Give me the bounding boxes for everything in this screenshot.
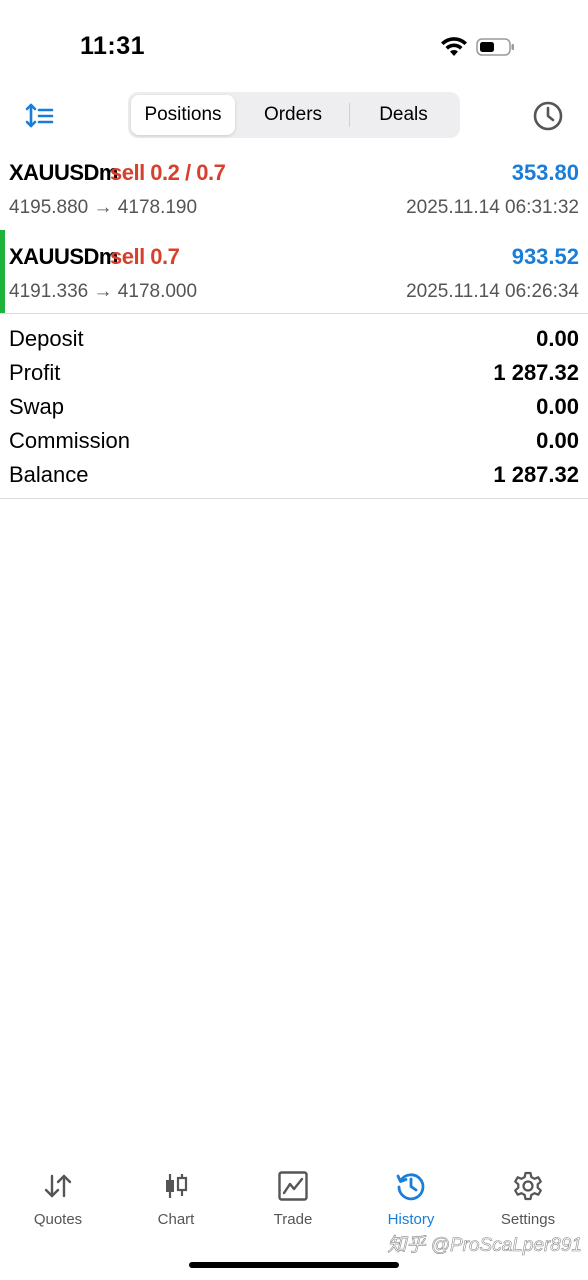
- tab-settings[interactable]: Settings: [473, 1160, 583, 1230]
- bottom-tab-bar: Quotes Chart Trade History Settings: [0, 1160, 588, 1240]
- position-row[interactable]: XAUUSDm sell 0.7 933.52 4191.336 → 4178.…: [0, 230, 588, 314]
- position-time: 2025.11.14 06:26:34: [406, 281, 579, 302]
- position-row[interactable]: XAUUSDm sell 0.2 / 0.7 353.80 4195.880 →…: [0, 146, 588, 230]
- position-side-volume: sell 0.2 / 0.7: [110, 160, 226, 185]
- battery-icon: [476, 38, 514, 56]
- position-prices: 4191.336 → 4178.000: [9, 281, 198, 302]
- tab-trade[interactable]: Trade: [238, 1160, 348, 1230]
- status-time: 11:31: [80, 32, 146, 60]
- status-bar: 11:31: [0, 0, 588, 90]
- summary-label: Commission: [9, 428, 131, 453]
- summary-label: Balance: [9, 462, 89, 487]
- position-profit: 353.80: [511, 160, 579, 185]
- summary-label: Deposit: [9, 326, 84, 351]
- summary-profit: Profit 1 287.32: [0, 356, 588, 390]
- tab-quotes[interactable]: Quotes: [3, 1160, 113, 1230]
- tab-label: Chart: [157, 1211, 195, 1228]
- home-indicator[interactable]: [189, 1262, 399, 1268]
- summary-label: Swap: [9, 394, 65, 419]
- selected-row-indicator: [0, 230, 5, 314]
- watermark: 知乎 @ProScaLper891: [387, 1235, 582, 1257]
- top-bar: Positions Orders Deals: [0, 90, 588, 142]
- tab-label: Trade: [273, 1211, 313, 1228]
- sort-icon[interactable]: [24, 102, 56, 130]
- summary-value: 0.00: [536, 394, 579, 419]
- position-symbol: XAUUSDm: [9, 160, 118, 185]
- clock-icon[interactable]: [532, 100, 564, 132]
- tab-chart[interactable]: Chart: [121, 1160, 231, 1230]
- summary-value: 0.00: [536, 326, 579, 351]
- chart-icon: [166, 1174, 188, 1198]
- summary-value: 1 287.32: [493, 462, 579, 487]
- tab-label: Quotes: [33, 1211, 83, 1228]
- summary-value: 1 287.32: [493, 360, 579, 385]
- position-side-volume: sell 0.7: [110, 244, 180, 269]
- position-symbol: XAUUSDm: [9, 244, 118, 269]
- history-view-segmented-control: Positions Orders Deals: [128, 92, 460, 138]
- tab-positions[interactable]: Positions: [131, 95, 235, 135]
- position-profit: 933.52: [511, 244, 579, 269]
- tab-label: History: [387, 1211, 435, 1228]
- position-prices: 4195.880 → 4178.190: [9, 197, 198, 218]
- summary-value: 0.00: [536, 428, 579, 453]
- summary-deposit: Deposit 0.00: [0, 322, 588, 356]
- summary-swap: Swap 0.00: [0, 390, 588, 424]
- tab-deals[interactable]: Deals: [350, 95, 457, 135]
- history-icon: [396, 1173, 425, 1201]
- position-time: 2025.11.14 06:31:32: [406, 197, 579, 218]
- summary-balance: Balance 1 287.32: [0, 458, 588, 492]
- tab-label: Settings: [500, 1211, 556, 1228]
- tab-history[interactable]: History: [356, 1160, 466, 1230]
- summary-commission: Commission 0.00: [0, 424, 588, 458]
- quotes-icon: [44, 1174, 72, 1198]
- trade-icon: [278, 1171, 308, 1201]
- divider: [0, 313, 588, 314]
- tab-orders[interactable]: Orders: [238, 95, 348, 135]
- divider: [0, 498, 588, 499]
- wifi-icon: [441, 37, 467, 56]
- settings-icon: [514, 1171, 542, 1201]
- summary-label: Profit: [9, 360, 61, 385]
